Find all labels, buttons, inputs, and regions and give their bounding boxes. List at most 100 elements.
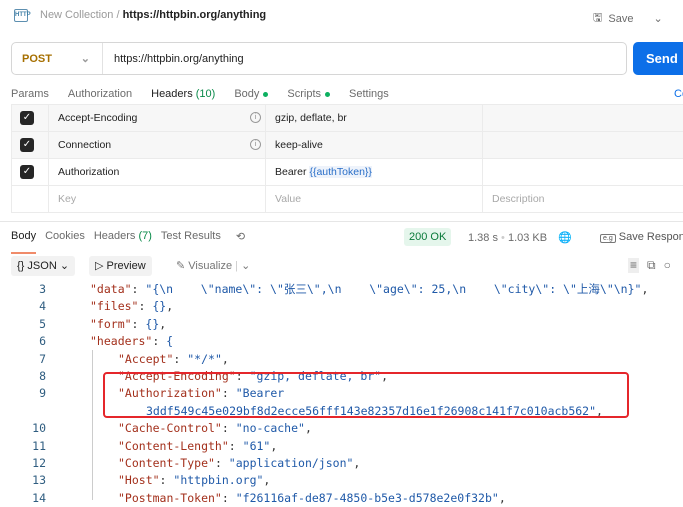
tab-response-headers[interactable]: Headers (7) (94, 230, 152, 253)
url-input[interactable]: https://httpbin.org/anything (103, 53, 244, 65)
response-size[interactable]: 1.03 KB (508, 232, 547, 244)
headers-count: (10) (196, 88, 216, 100)
header-key[interactable]: Authorization (49, 159, 266, 186)
info-icon[interactable]: i (250, 112, 261, 123)
json-punct: , (166, 299, 173, 313)
play-icon: ▷ (95, 260, 103, 272)
code-line: 5"form": {}, (0, 316, 683, 333)
code-text: "form": {}, (90, 316, 166, 333)
json-key: "files" (90, 299, 138, 313)
line-number: 10 (0, 420, 46, 437)
cookies-link[interactable]: Co (674, 88, 683, 100)
checkbox[interactable]: ✓ (20, 165, 34, 179)
breadcrumb-collection[interactable]: New Collection (40, 9, 113, 21)
code-text: "data": "{\n \"name\": \"张三\",\n \"age\"… (90, 281, 648, 298)
line-number: 7 (0, 351, 46, 368)
header-description[interactable] (483, 105, 683, 132)
json-key: "data" (90, 282, 132, 296)
response-meta: 1.38 s • 1.03 KB 🌐 (468, 231, 572, 244)
json-value: "61" (243, 439, 271, 453)
table-row: ✓ Connection i keep-alive (12, 132, 683, 159)
json-key: "Host" (118, 473, 160, 487)
json-value: {} (145, 317, 159, 331)
json-punct: , (263, 473, 270, 487)
header-key[interactable]: Connection (58, 139, 111, 151)
json-punct: , (305, 421, 312, 435)
request-name[interactable]: https://httpbin.org/anything (123, 9, 267, 21)
code-line: 4 "files": {}, (0, 298, 683, 315)
header-value[interactable]: gzip, deflate, br (266, 105, 483, 132)
code-line: 6"headers": { (0, 333, 683, 350)
json-punct: , (499, 491, 506, 505)
tab-response-body[interactable]: Body (11, 230, 36, 253)
save-response-icon: e.g (600, 234, 616, 243)
info-icon[interactable]: i (250, 139, 261, 150)
code-text: "Cache-Control": "no-cache", (118, 420, 312, 437)
modified-dot-icon (263, 92, 268, 97)
send-button[interactable]: Send (633, 42, 683, 75)
tab-label: Body (234, 88, 259, 100)
method-label: POST (22, 53, 52, 65)
chevron-down-icon[interactable]: ⌄ (241, 260, 250, 272)
header-description[interactable] (483, 159, 683, 186)
json-punct: , (353, 456, 360, 470)
preview-button[interactable]: ▷ Preview (89, 256, 152, 276)
value-text: Bearer (275, 166, 307, 178)
key-placeholder[interactable]: Key (49, 186, 266, 213)
header-value[interactable]: Bearer {{authToken}} (266, 159, 483, 186)
breadcrumb-separator: / (116, 9, 119, 21)
chevron-down-icon: ⌄ (60, 260, 69, 272)
visualize-label: Visualize (188, 260, 232, 272)
format-select[interactable]: {} JSON ⌄ (11, 256, 75, 276)
json-punct: , (222, 352, 229, 366)
checkbox[interactable]: ✓ (20, 111, 34, 125)
value-placeholder[interactable]: Value (266, 186, 483, 213)
code-text: "Content-Length": "61", (118, 438, 277, 455)
pane-divider[interactable] (0, 221, 683, 222)
tab-test-results[interactable]: Test Results (161, 230, 221, 253)
save-response-label: Save Respons (619, 231, 683, 243)
wrap-lines-icon[interactable]: ≡ (628, 258, 639, 273)
header-description[interactable] (483, 132, 683, 159)
visualize-icon: ✎ (176, 260, 185, 272)
json-key: "form" (90, 317, 132, 331)
json-key: "Cache-Control" (118, 421, 222, 435)
search-icon[interactable]: ○ (664, 258, 671, 273)
json-key: "Content-Length" (118, 439, 229, 453)
json-value: "no-cache" (236, 421, 305, 435)
code-line: 3"data": "{\n \"name\": \"张三\",\n \"age\… (0, 281, 683, 298)
line-number: 4 (0, 298, 46, 315)
highlight-annotation-box (103, 372, 629, 418)
line-number: 6 (0, 333, 46, 350)
status-badge: 200 OK (404, 228, 451, 246)
header-key[interactable]: Accept-Encoding (58, 112, 137, 124)
save-dropdown-chevron-icon[interactable]: ⌄ (653, 12, 662, 25)
chevron-down-icon: ⌄ (81, 52, 90, 65)
header-value[interactable]: keep-alive (266, 132, 483, 159)
description-placeholder[interactable]: Description (483, 186, 683, 213)
save-icon: 🖫 (593, 9, 602, 28)
method-select[interactable]: POST ⌄ (12, 43, 103, 74)
tab-cookies[interactable]: Cookies (45, 230, 85, 253)
json-value: {} (152, 299, 166, 313)
code-text: "files": {}, (90, 298, 173, 315)
response-time[interactable]: 1.38 s (468, 232, 498, 244)
json-punct: , (641, 282, 648, 296)
history-icon[interactable]: ⟲ (236, 230, 245, 253)
copy-icon[interactable]: ⧉ (647, 258, 656, 273)
tab-label: Headers (151, 88, 193, 100)
visualize-button[interactable]: ✎ Visualize | ⌄ (170, 256, 256, 276)
json-value: "f26116af-de87-4850-b5e3-d578e2e0f32b" (236, 491, 499, 505)
json-value: "application/json" (229, 456, 354, 470)
globe-icon[interactable]: 🌐 (558, 232, 572, 244)
save-button[interactable]: 🖫 Save ⌄ (593, 9, 663, 28)
headers-count: (7) (138, 230, 151, 242)
code-line: 11"Content-Length": "61", (0, 438, 683, 455)
save-response-button[interactable]: e.g Save Respons (600, 231, 683, 243)
json-key: "Postman-Token" (118, 491, 222, 505)
preview-label: Preview (107, 260, 146, 272)
format-label: JSON (27, 260, 56, 272)
code-text: "Host": "httpbin.org", (118, 472, 270, 489)
top-bar: HTTP New Collection / https://httpbin.or… (0, 0, 683, 32)
checkbox[interactable]: ✓ (20, 138, 34, 152)
